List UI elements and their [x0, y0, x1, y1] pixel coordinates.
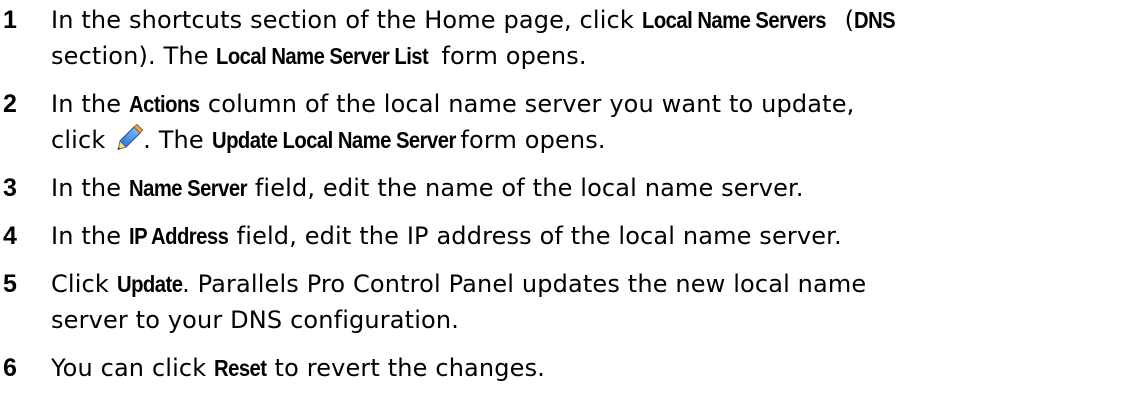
- step-number: 5: [3, 270, 18, 298]
- ui-term-local-name-servers: Local Name Servers: [641, 7, 827, 33]
- step-text: field, edit the IP address of the local …: [228, 222, 842, 250]
- step-text: click: [51, 126, 114, 154]
- step-text: server to your DNS configuration.: [51, 306, 459, 334]
- step-text: You can click: [51, 354, 215, 382]
- step-3: 3 In the Name Server field, edit the nam…: [0, 170, 1141, 206]
- step-text: In the: [51, 174, 129, 202]
- step-text: . Parallels Pro Control Panel updates th…: [182, 270, 867, 298]
- step-1: 1 In the shortcuts section of the Home p…: [0, 2, 1141, 74]
- step-6: 6 You can click Reset to revert the chan…: [0, 350, 1141, 386]
- step-2: 2 In the Actions column of the local nam…: [0, 86, 1141, 158]
- step-text: section). The: [51, 42, 217, 70]
- step-number: 2: [3, 90, 18, 118]
- ui-term-dns: DNS: [854, 7, 896, 33]
- step-text: to revert the changes.: [266, 354, 546, 382]
- step-text: . The: [143, 126, 212, 154]
- ui-term-name-server: Name Server: [128, 175, 248, 201]
- step-text: (: [836, 6, 855, 34]
- step-number: 1: [3, 6, 18, 34]
- step-text: field, edit the name of the local name s…: [247, 174, 804, 202]
- ui-term-actions: Actions: [128, 91, 200, 117]
- step-text: form opens.: [452, 126, 606, 154]
- step-5: 5 Click Update. Parallels Pro Control Pa…: [0, 266, 1141, 338]
- step-number: 3: [3, 174, 18, 202]
- ui-term-update-local-name-server: Update Local Name Server: [211, 127, 456, 153]
- ui-term-local-name-server-list: Local Name Server List: [216, 43, 429, 69]
- ui-term-ip-address: IP Address: [128, 223, 229, 249]
- step-number: 6: [3, 354, 18, 382]
- step-number: 4: [3, 222, 18, 250]
- step-text: form opens.: [433, 42, 587, 70]
- step-text: In the: [51, 222, 129, 250]
- ui-term-update: Update: [116, 271, 183, 297]
- pencil-edit-icon: [115, 123, 144, 152]
- step-text: In the: [51, 90, 129, 118]
- step-text: Click: [51, 270, 117, 298]
- ui-term-reset: Reset: [214, 355, 267, 381]
- procedure-steps: 1 In the shortcuts section of the Home p…: [0, 0, 1141, 398]
- step-4: 4 In the IP Address field, edit the IP a…: [0, 218, 1141, 254]
- step-text: In the shortcuts section of the Home pag…: [51, 6, 642, 34]
- step-text: column of the local name server you want…: [200, 90, 855, 118]
